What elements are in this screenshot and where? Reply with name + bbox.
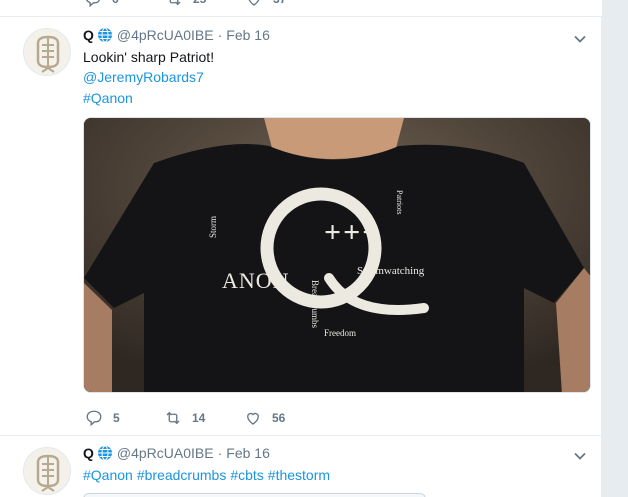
hashtag-link[interactable]: #breadcrumbs xyxy=(137,465,227,485)
chevron-down-icon[interactable] xyxy=(572,31,588,47)
tweet-divider xyxy=(0,435,602,436)
like-button[interactable]: 37 xyxy=(245,0,286,8)
shirt-breadcrumbs-text: Breadcrumbs xyxy=(310,280,320,328)
reply-button[interactable]: 6 xyxy=(84,0,119,8)
timestamp[interactable]: Feb 16 xyxy=(226,445,270,461)
shirt-patriots-text: Patriots xyxy=(395,190,404,215)
hashtag-link[interactable]: #cbts xyxy=(230,465,263,485)
tweet-divider xyxy=(0,16,602,17)
shirt-photo xyxy=(84,118,590,392)
hashtag-link[interactable]: #thestorm xyxy=(268,465,330,485)
retweet-button[interactable]: 25 xyxy=(165,0,206,8)
avatar[interactable] xyxy=(23,447,71,495)
like-count: 56 xyxy=(272,411,286,425)
shirt-stormwatching-text: Stormwatching xyxy=(357,265,425,277)
hashtag-link[interactable]: #Qanon xyxy=(83,88,133,108)
avatar-emblem-icon xyxy=(24,448,70,494)
reply-count: 6 xyxy=(112,0,119,6)
timeline: 6 25 37 Q @4pRcUA0IBE · Feb 16 Lo xyxy=(0,0,602,497)
shirt-anon-text: ANON xyxy=(222,268,290,293)
like-button[interactable]: 56 xyxy=(244,409,285,427)
tweet-photo[interactable] xyxy=(83,493,426,497)
author-handle[interactable]: @4pRcUA0IBE xyxy=(117,445,214,461)
retweet-count: 14 xyxy=(192,411,206,425)
retweet-icon xyxy=(169,0,181,6)
retweet-button[interactable]: 14 xyxy=(164,409,205,427)
author-name[interactable]: Q xyxy=(83,27,94,43)
tweet-photo[interactable]: ANON +++ Stormwatching Freedom Storm Pat… xyxy=(83,117,591,393)
tweet-header: Q @4pRcUA0IBE · Feb 16 xyxy=(83,27,270,43)
reply-icon xyxy=(86,410,102,427)
page-background xyxy=(602,0,628,497)
heart-icon xyxy=(247,412,259,425)
globe-icon xyxy=(97,445,112,461)
shirt-plus-text: +++ xyxy=(324,216,382,249)
author-handle[interactable]: @4pRcUA0IBE xyxy=(117,27,214,43)
shirt-storm-text: Storm xyxy=(208,215,218,238)
author-name[interactable]: Q xyxy=(83,445,94,461)
retweet-count: 25 xyxy=(193,0,206,6)
avatar[interactable] xyxy=(23,28,71,76)
separator: · xyxy=(217,445,223,461)
like-count: 37 xyxy=(273,0,286,6)
timestamp[interactable]: Feb 16 xyxy=(226,27,270,43)
tweet-hashtags: #Qanon #breadcrumbs #cbts #thestorm xyxy=(83,465,330,485)
reply-count: 5 xyxy=(113,411,120,425)
reply-icon xyxy=(86,0,101,8)
hashtag-link[interactable]: #Qanon xyxy=(83,465,133,485)
reply-button[interactable]: 5 xyxy=(85,409,120,427)
avatar-emblem-icon xyxy=(24,29,70,75)
tweet-header: Q @4pRcUA0IBE · Feb 16 xyxy=(83,445,270,461)
chevron-down-icon[interactable] xyxy=(572,448,588,464)
retweet-icon xyxy=(166,411,180,425)
mention-link[interactable]: @JeremyRobards7 xyxy=(83,67,204,87)
heart-icon xyxy=(248,0,260,6)
previous-tweet-actions: 6 25 37 xyxy=(0,0,602,16)
globe-icon xyxy=(97,27,112,43)
separator: · xyxy=(217,27,223,43)
tweet-text: Lookin' sharp Patriot! xyxy=(83,49,215,65)
shirt-freedom-text: Freedom xyxy=(324,328,356,338)
